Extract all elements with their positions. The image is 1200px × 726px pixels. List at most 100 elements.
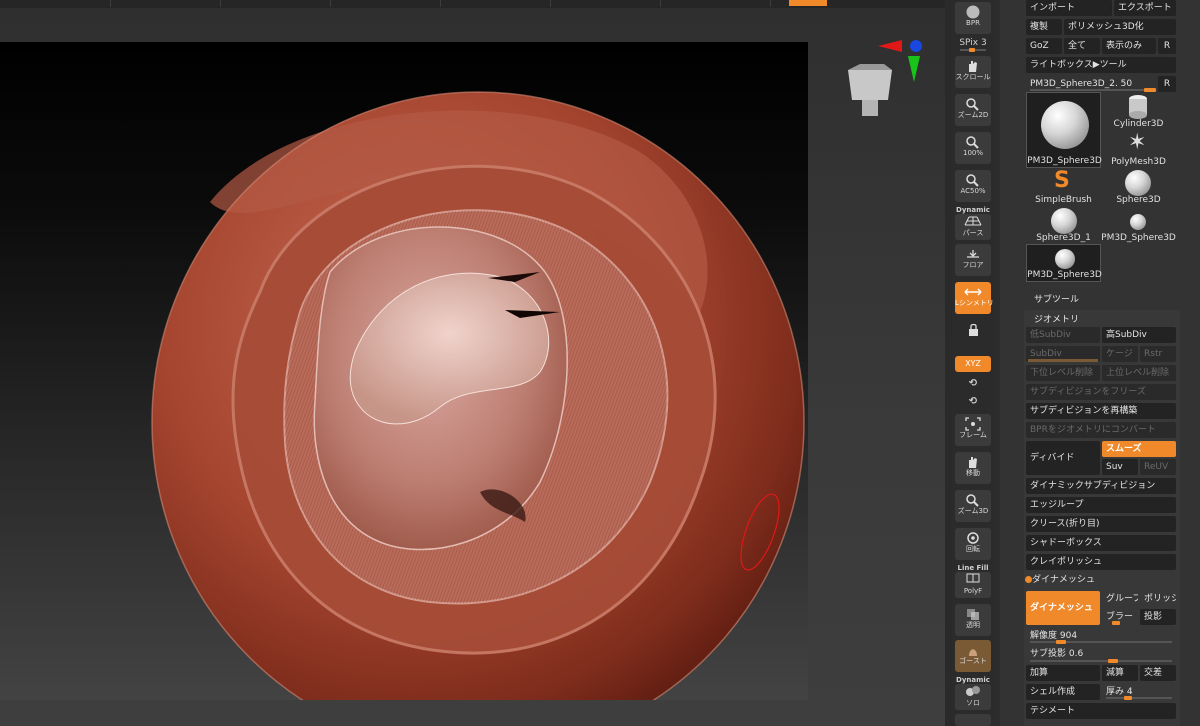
resolution-slider-knob[interactable] [1056, 640, 1066, 644]
current-tool-slider-track[interactable] [1030, 89, 1154, 91]
ghost-icon [963, 643, 983, 657]
goz-r-button[interactable]: R [1158, 38, 1176, 54]
blur-slider[interactable]: ブラー [1102, 609, 1138, 625]
subtool-section-header[interactable]: サブツール [1034, 292, 1079, 305]
project-toggle[interactable]: 投影 [1140, 609, 1176, 625]
delete-lower-button[interactable]: 下位レベル削除 [1026, 365, 1100, 381]
make-polymesh-button[interactable]: ポリメッシュ3D化 [1064, 19, 1176, 35]
z-rotate-icon[interactable]: ⟲ [952, 396, 994, 407]
ghost-button[interactable]: ゴースト [955, 640, 991, 672]
groups-toggle[interactable]: グループ [1102, 591, 1138, 607]
y-rotate-icon[interactable]: ⟲ [952, 378, 994, 389]
goz-visible-button[interactable]: 表示のみ [1102, 38, 1156, 54]
xyz-rotate-button[interactable]: XYZ [955, 356, 991, 372]
transparent-button[interactable]: 透明 [955, 604, 991, 636]
goz-button[interactable]: GoZ [1026, 38, 1062, 54]
sculpted-sphere-mesh[interactable] [0, 42, 808, 700]
lower-subdiv-button[interactable]: 低SubDiv [1026, 327, 1100, 343]
ac50-button[interactable]: AC50% [955, 170, 991, 202]
top-ruler-strip [0, 0, 945, 8]
convert-bpr-button[interactable]: BPRをジオメトリにコンバート [1026, 422, 1176, 438]
document-viewport[interactable] [0, 42, 808, 700]
zoom3d-button[interactable]: ズーム3D [955, 490, 991, 522]
polish-toggle[interactable]: ポリッシュ [1140, 591, 1176, 607]
polyf-button[interactable]: PolyF [955, 572, 991, 598]
expand-button[interactable] [955, 714, 991, 726]
reconstruct-subdiv-button[interactable]: サブディビジョンを再構築 [1026, 403, 1176, 419]
crease-subpanel[interactable]: クリース(折り目) [1026, 516, 1176, 532]
tool-thumb-sphere3d-1[interactable]: Sphere3D_1 [1026, 206, 1101, 244]
decimate-button[interactable]: テシメート [1026, 703, 1176, 719]
current-tool-r-button[interactable]: R [1158, 76, 1176, 92]
actual-size-button[interactable]: 100% [955, 132, 991, 164]
transparency-icon [963, 607, 983, 621]
perspective-button[interactable]: パース [955, 214, 991, 240]
import-button[interactable]: インポート [1026, 0, 1112, 16]
tool-thumb-polymesh[interactable]: ✶ PolyMesh3D [1101, 130, 1176, 168]
thickness-slider-track[interactable] [1106, 697, 1172, 699]
claypolish-subpanel[interactable]: クレイポリッシュ [1026, 554, 1176, 570]
lightbox-tool-button[interactable]: ライトボックス▶ツール [1026, 57, 1176, 73]
navigation-gizmo[interactable] [840, 36, 930, 124]
tool-thumb-pm3d-sphere-active[interactable]: PM3D_Sphere3D [1026, 92, 1102, 168]
polyf-label: PolyF [963, 587, 983, 595]
lock-button[interactable] [955, 320, 991, 350]
goz-all-button[interactable]: 全て [1064, 38, 1100, 54]
solo-button[interactable]: ソロ [955, 684, 991, 710]
sub-project-slider-track[interactable] [1030, 660, 1172, 662]
intersect-button[interactable]: 交差 [1140, 665, 1176, 681]
ruler-tick [330, 0, 331, 7]
scroll-button[interactable]: スクロール [955, 56, 991, 88]
edge-loop-subpanel[interactable]: エッジループ [1026, 497, 1176, 513]
tool-thumb-pm3d-sphere-3[interactable]: PM3D_Sphere3D [1026, 244, 1102, 282]
frame-icon [963, 417, 983, 431]
dynamesh-subpanel-header[interactable]: ダイナメッシュ [1028, 572, 1176, 588]
delete-higher-button[interactable]: 上位レベル削除 [1102, 365, 1176, 381]
frame-label: フレーム [959, 431, 987, 439]
rstr-button[interactable]: Rstr [1140, 346, 1176, 362]
grid-icon [963, 215, 983, 229]
subtract-button[interactable]: 減算 [1102, 665, 1138, 681]
frame-button[interactable]: フレーム [955, 414, 991, 446]
zoom2d-button[interactable]: ズーム2D [955, 94, 991, 126]
tool-thumb-cylinder[interactable]: Cylinder3D [1101, 92, 1176, 130]
suv-toggle[interactable]: Suv [1102, 459, 1138, 475]
move-button[interactable]: 移動 [955, 452, 991, 484]
ruler-tick [550, 0, 551, 7]
export-button[interactable]: エクスポート [1114, 0, 1176, 16]
tool-thumb-label: PM3D_Sphere3D [1101, 233, 1176, 243]
xyz-label: XYZ [965, 359, 981, 368]
tool-thumb-label: PM3D_Sphere3D [1027, 270, 1102, 280]
clone-button[interactable]: 複製 [1026, 19, 1062, 35]
rotate-button[interactable]: 回転 [955, 528, 991, 560]
blur-slider-knob[interactable] [1112, 621, 1120, 625]
resolution-slider-track[interactable] [1030, 641, 1172, 643]
divide-button[interactable]: ディバイド [1026, 441, 1100, 475]
shadowbox-subpanel[interactable]: シャドーボックス [1026, 535, 1176, 551]
subdiv-slider-track[interactable] [1028, 359, 1098, 362]
reuv-toggle[interactable]: ReUV [1140, 459, 1176, 475]
gizmo-z-ball[interactable] [910, 40, 922, 52]
line-fill-label: Line Fill [957, 564, 989, 572]
sub-project-slider-knob[interactable] [1108, 659, 1118, 663]
tool-thumb-sphere3d[interactable]: Sphere3D [1101, 168, 1176, 206]
dynamesh-button[interactable]: ダイナメッシュ [1026, 591, 1100, 625]
higher-subdiv-button[interactable]: 高SubDiv [1102, 327, 1176, 343]
tool-thumb-simplebrush[interactable]: S SimpleBrush [1026, 168, 1101, 206]
local-symmetry-button[interactable]: Lシンメトリ [955, 282, 994, 314]
spix-slider-knob[interactable] [969, 48, 975, 52]
create-shell-button[interactable]: シェル作成 [1026, 684, 1100, 700]
sphere-thumb-icon [1051, 208, 1077, 234]
thickness-slider-knob[interactable] [1124, 696, 1132, 700]
gizmo-y-arrow[interactable] [908, 56, 920, 82]
freeze-subdiv-button[interactable]: サブディビジョンをフリーズ [1026, 384, 1176, 400]
smooth-toggle[interactable]: スムーズ [1102, 441, 1176, 457]
floor-button[interactable]: フロア [955, 244, 991, 276]
add-button[interactable]: 加算 [1026, 665, 1100, 681]
dynamic-subdiv-subpanel[interactable]: ダイナミックサブディビジョン [1026, 478, 1176, 494]
cage-button[interactable]: ケージ [1102, 346, 1138, 362]
gizmo-x-arrow[interactable] [878, 40, 902, 52]
tool-thumb-pm3d-sphere-2[interactable]: PM3D_Sphere3D [1101, 206, 1176, 244]
bpr-button[interactable]: BPR [955, 2, 991, 34]
geometry-section-header[interactable]: ジオメトリ [1034, 312, 1079, 325]
